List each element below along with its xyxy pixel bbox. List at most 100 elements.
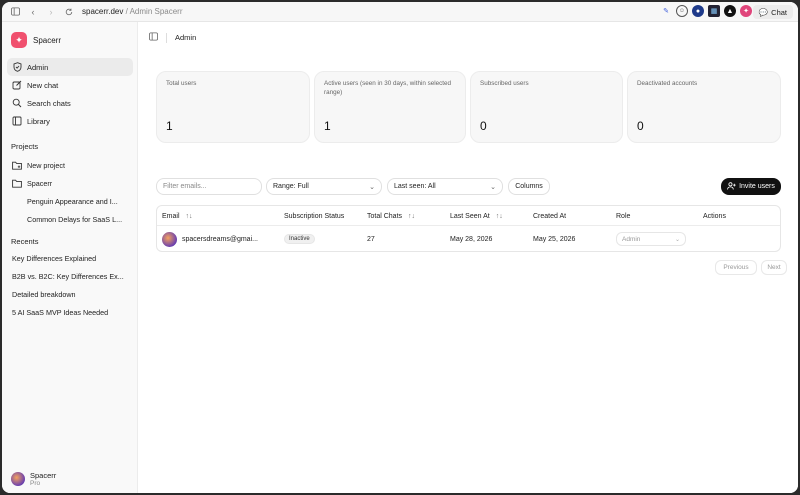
project-chat-item[interactable]: Common Delays for SaaS L... xyxy=(7,210,133,228)
chevron-down-icon: ⌄ xyxy=(490,183,496,191)
invite-users-label: Invite users xyxy=(739,183,775,190)
chevron-down-icon: ⌄ xyxy=(369,183,375,191)
column-header-total-chats[interactable]: Total Chats ↑↓ xyxy=(367,206,415,226)
forward-icon[interactable]: › xyxy=(44,5,58,19)
header-divider xyxy=(166,32,167,43)
project-label: Spacerr xyxy=(27,178,53,188)
previous-page-button[interactable]: Previous xyxy=(715,260,757,275)
email-filter-input[interactable]: Filter emails... xyxy=(156,178,262,195)
columns-button[interactable]: Columns xyxy=(508,178,550,195)
panel-toggle-icon[interactable] xyxy=(149,32,158,43)
sidebar-item-search-chats[interactable]: Search chats xyxy=(7,94,133,112)
project-item-spacerr[interactable]: Spacerr xyxy=(7,174,133,192)
url-page: Admin Spacerr xyxy=(129,7,183,16)
pen-extension-icon[interactable]: ✎ xyxy=(660,5,672,17)
user-email: spacersdreams@gmai... xyxy=(182,235,258,243)
range-select-value: Range: Full xyxy=(273,183,309,190)
last-seen-cell: May 28, 2026 xyxy=(450,235,493,243)
projects-heading: Projects xyxy=(11,142,39,151)
sort-icon[interactable]: ↑↓ xyxy=(408,213,415,220)
stat-value: 1 xyxy=(324,119,331,133)
stat-value: 1 xyxy=(166,119,173,133)
main-content: Admin Total users 1 Active users (seen i… xyxy=(139,22,798,493)
sidebar-item-label: Admin xyxy=(27,62,49,72)
shield-extension-icon[interactable]: ● xyxy=(692,5,704,17)
sidebar-item-new-chat[interactable]: New chat xyxy=(7,76,133,94)
users-table: Email ↑↓ Subscription Status Total Chats… xyxy=(156,205,781,252)
back-icon[interactable]: ‹ xyxy=(26,5,40,19)
sort-icon[interactable]: ↑↓ xyxy=(186,213,193,220)
recent-chat-item[interactable]: 5 AI SaaS MVP Ideas Needed xyxy=(7,303,133,321)
column-header-last-seen[interactable]: Last Seen At ↑↓ xyxy=(450,206,503,226)
extensions-bar: ✎ ☺ ● ▦ ▲ ✦ xyxy=(660,5,752,17)
user-profile[interactable]: Spacerr Pro xyxy=(11,471,56,487)
stats-cards: Total users 1 Active users (seen in 30 d… xyxy=(156,71,781,143)
recent-chat-item[interactable]: Key Differences Explained xyxy=(7,249,133,267)
url-host: spacerr.dev xyxy=(82,7,124,16)
folder-icon xyxy=(12,178,22,188)
recent-chat-item[interactable]: Detailed breakdown xyxy=(7,285,133,303)
column-header-label: Email xyxy=(162,212,180,220)
sidebar-toggle-icon[interactable] xyxy=(8,5,22,19)
pagination: Previous Next xyxy=(715,260,787,275)
circle-extension-icon[interactable]: ▲ xyxy=(724,5,736,17)
sparkle-extension-icon[interactable]: ✦ xyxy=(740,5,752,17)
status-cell: Inactive xyxy=(284,226,315,251)
column-header-subscription: Subscription Status xyxy=(284,212,345,220)
column-header-label: Last Seen At xyxy=(450,212,490,220)
page-header: Admin xyxy=(149,32,196,43)
sidebar-nav: Admin New chat Search chats Library xyxy=(7,58,133,130)
browser-toolbar: ‹ › spacerr.dev / Admin Spacerr ✎ ☺ ● ▦ … xyxy=(2,2,798,22)
stat-label: Active users (seen in 30 days, within se… xyxy=(324,80,452,96)
project-chat-item[interactable]: Penguin Appearance and I... xyxy=(7,192,133,210)
sort-icon[interactable]: ↑↓ xyxy=(496,213,503,220)
address-bar[interactable]: spacerr.dev / Admin Spacerr xyxy=(82,7,183,16)
recent-chat-item[interactable]: B2B vs. B2C: Key Differences Ex... xyxy=(7,267,133,285)
search-icon xyxy=(12,98,22,108)
role-select[interactable]: Admin ⌄ xyxy=(616,232,686,246)
invite-users-button[interactable]: Invite users xyxy=(721,178,781,195)
grid-extension-icon[interactable]: ▦ xyxy=(708,5,720,17)
role-select-value: Admin xyxy=(622,235,641,243)
range-select[interactable]: Range: Full ⌄ xyxy=(266,178,382,195)
column-header-label: Total Chats xyxy=(367,212,403,220)
smile-extension-icon[interactable]: ☺ xyxy=(676,5,688,17)
avatar xyxy=(11,472,25,486)
recents-list: Key Differences Explained B2B vs. B2C: K… xyxy=(7,249,133,321)
avatar xyxy=(162,231,177,247)
next-page-button[interactable]: Next xyxy=(761,260,787,275)
filters-bar: Filter emails... Range: Full ⌄ Last seen… xyxy=(156,178,781,196)
stat-label: Deactivated accounts xyxy=(637,80,698,87)
new-project-item[interactable]: New project xyxy=(7,156,133,174)
stat-card-active-users: Active users (seen in 30 days, within se… xyxy=(314,71,466,143)
breadcrumb: Admin xyxy=(175,33,197,42)
chat-button-label: Chat xyxy=(771,7,787,17)
role-cell: Admin ⌄ xyxy=(616,226,686,251)
stat-label: Total users xyxy=(166,80,197,87)
chat-button[interactable]: 💬 Chat xyxy=(752,5,793,19)
column-header-actions: Actions xyxy=(703,212,726,220)
sidebar-item-label: Search chats xyxy=(27,98,71,108)
brand-name: Spacerr xyxy=(33,35,62,45)
user-name: Spacerr xyxy=(30,471,57,480)
stat-card-total-users: Total users 1 xyxy=(156,71,310,143)
table-header: Email ↑↓ Subscription Status Total Chats… xyxy=(157,206,780,226)
brand[interactable]: ✦ Spacerr xyxy=(11,32,61,48)
recents-heading: Recents xyxy=(11,237,39,246)
sparkle-logo-icon: ✦ xyxy=(11,32,27,48)
stat-card-deactivated: Deactivated accounts 0 xyxy=(627,71,781,143)
new-project-label: New project xyxy=(27,160,65,170)
created-cell: May 25, 2026 xyxy=(533,235,576,243)
sidebar-item-label: Library xyxy=(27,116,50,126)
last-seen-select-value: Last seen: All xyxy=(394,183,436,190)
column-header-email[interactable]: Email ↑↓ xyxy=(162,206,193,226)
sidebar-item-admin[interactable]: Admin xyxy=(7,58,133,76)
stat-value: 0 xyxy=(480,119,487,133)
table-row: spacersdreams@gmai... Inactive 27 May 28… xyxy=(157,226,780,251)
chat-bubble-icon: 💬 xyxy=(758,7,769,17)
sidebar-item-library[interactable]: Library xyxy=(7,112,133,130)
stat-value: 0 xyxy=(637,119,644,133)
last-seen-select[interactable]: Last seen: All ⌄ xyxy=(387,178,503,195)
reload-icon[interactable] xyxy=(62,5,76,19)
stat-card-subscribed-users: Subscribed users 0 xyxy=(470,71,623,143)
